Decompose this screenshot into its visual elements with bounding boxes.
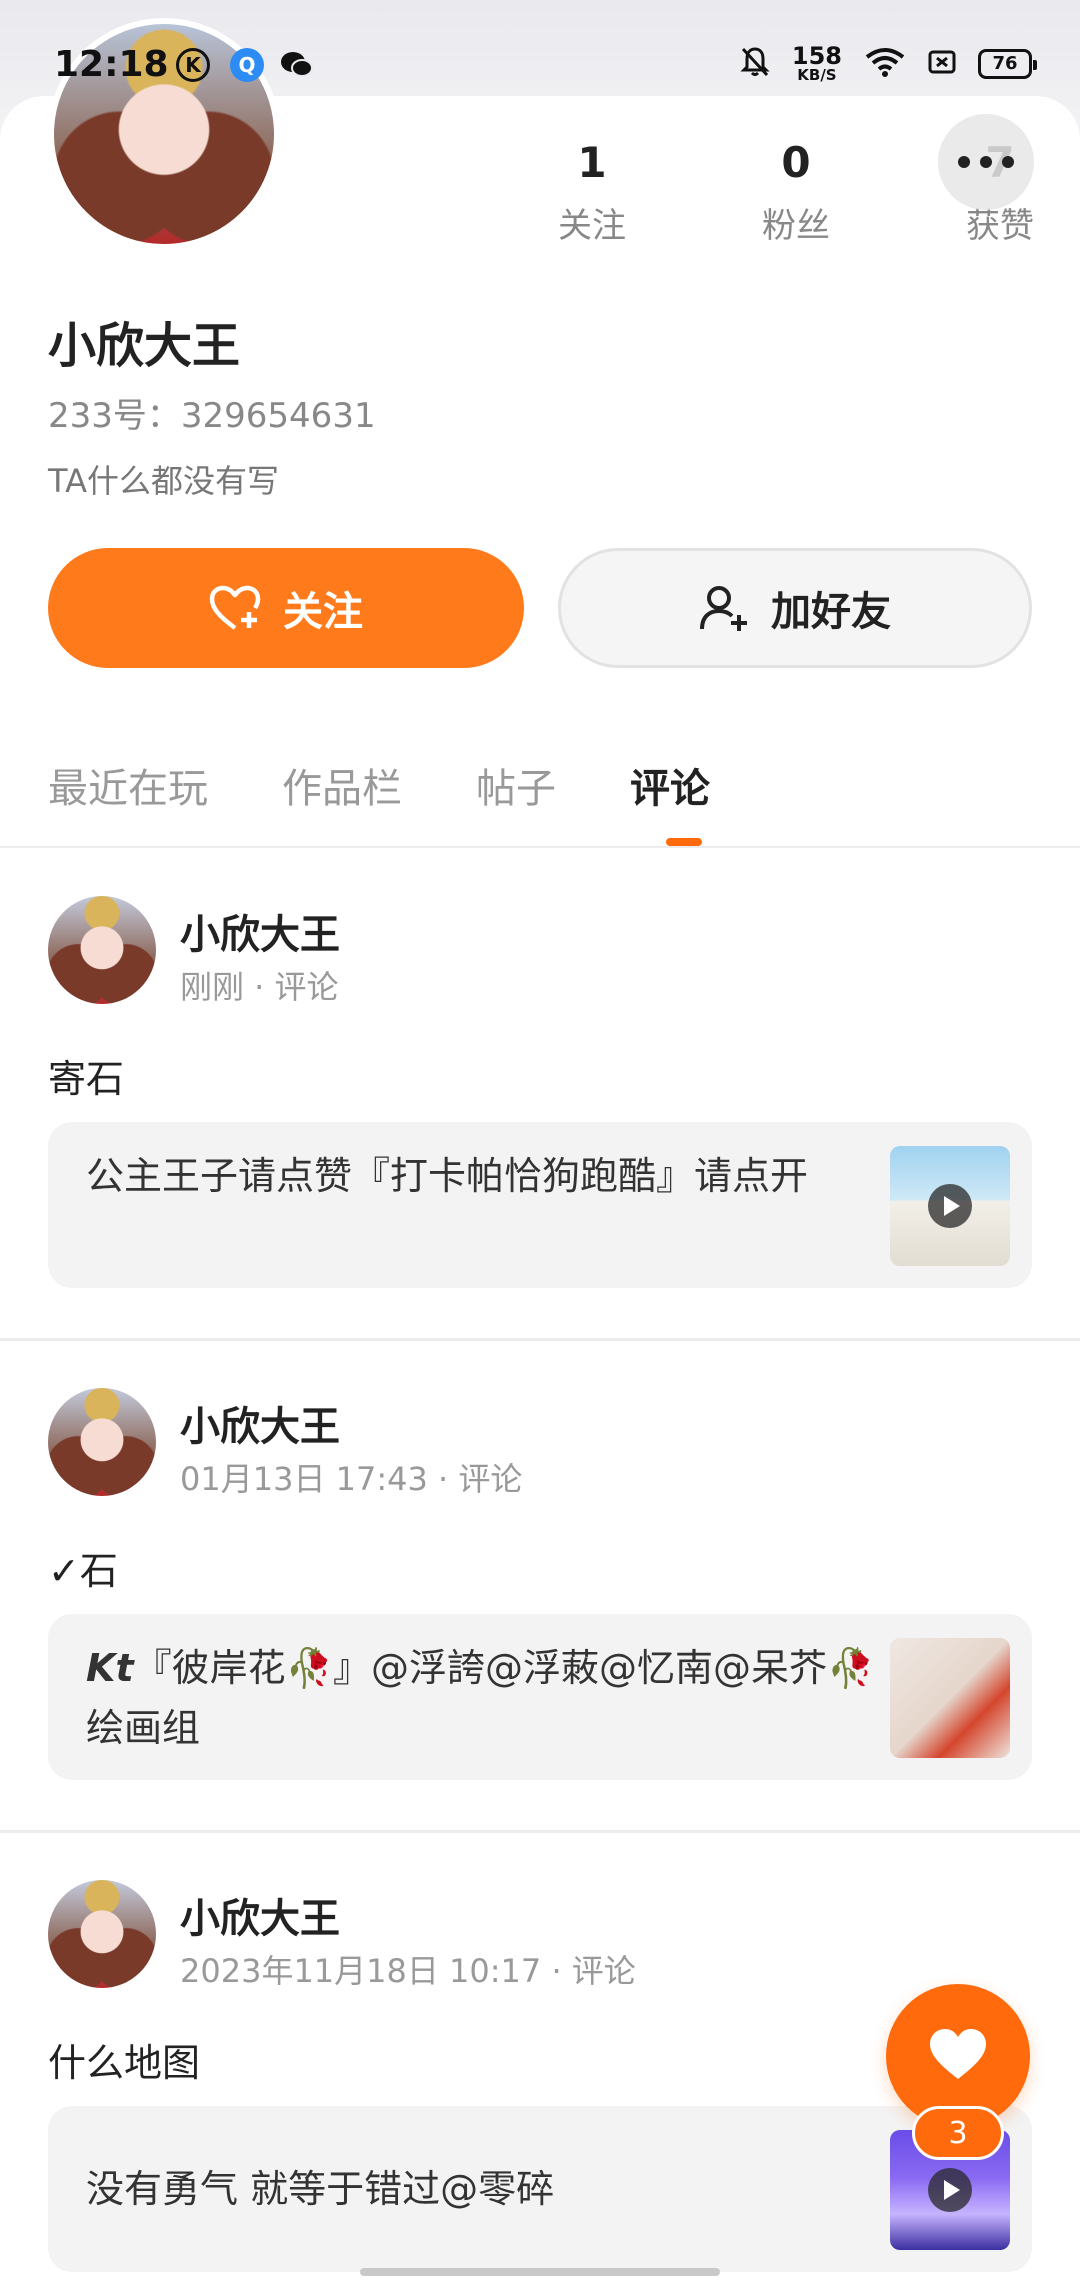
comment-meta: 2023年11月18日 10:17 · 评论 [180,1952,636,1990]
stat-following[interactable]: 1 关注 [490,138,694,247]
profile-bio: TA什么都没有写 [48,462,279,500]
quoted-post-text: 公主王子请点赞『打卡帕恰狗跑酷』请点开 [86,1154,809,1198]
comment-avatar[interactable] [48,1880,156,1988]
active-tab-indicator [666,838,702,846]
add-user-icon [699,583,749,633]
quoted-post-card[interactable]: 没有勇气 就等于错过@零碎 [48,2106,1032,2272]
tab-comments[interactable]: 评论 [630,756,710,814]
comment-author[interactable]: 小欣大王 [180,1394,340,1452]
more-dot-icon [958,156,970,168]
tab-works[interactable]: 作品栏 [282,756,402,814]
k-circle-icon: K [176,48,210,82]
heart-plus-icon [209,584,261,632]
quoted-post-title: 公主王子请点赞『打卡帕恰狗跑酷』请点开 [86,1146,906,1206]
stat-following-label: 关注 [558,206,626,246]
tab-posts[interactable]: 帖子 [476,756,556,814]
network-speed: 158 KB/S [792,44,842,83]
stat-fans-label: 粉丝 [762,206,830,246]
quoted-post-card[interactable]: 公主王子请点赞『打卡帕恰狗跑酷』请点开 [48,1122,1032,1288]
comment-author[interactable]: 小欣大王 [180,1886,340,1944]
like-count-badge: 3 [912,2106,1004,2160]
quoted-post-thumbnail[interactable] [890,1146,1010,1266]
profile-uid: 233号：329654631 [48,396,376,436]
quoted-post-thumbnail[interactable] [890,1638,1010,1758]
follow-button[interactable]: 关注 [48,548,524,668]
network-speed-unit: KB/S [797,66,837,84]
profile-tabs: 最近在玩 作品栏 帖子 评论 [48,756,784,814]
quoted-post-card[interactable]: Kt『彼岸花🥀』@浮誇@浮蓛@忆南@呆芥🥀绘画组 [48,1614,1032,1780]
more-dot-icon [1002,156,1014,168]
comment-divider [0,1830,1080,1833]
play-icon [928,1184,972,1228]
more-dot-icon [980,156,992,168]
comment-divider [0,1338,1080,1341]
quoted-post-prefix: Kt [86,1646,134,1690]
more-options-button[interactable] [938,114,1034,210]
quoted-post-title: 没有勇气 就等于错过@零碎 [86,2159,906,2219]
quoted-post-text: 没有勇气 就等于错过@零碎 [86,2167,555,2211]
stat-following-count: 1 [577,138,607,187]
quoted-post-title: Kt『彼岸花🥀』@浮誇@浮蓛@忆南@呆芥🥀绘画组 [86,1638,906,1758]
profile-username: 小欣大王 [48,318,241,374]
status-time: 12:18 [54,44,169,85]
comment-meta: 刚刚 · 评论 [180,968,339,1006]
stat-fans-count: 0 [781,138,811,187]
comment-text: 什么地图 [48,2041,201,2085]
profile-page: 12:18 K Q 158 KB/S 76 1 关注 0 粉丝 获赞 小欣大王 … [0,0,1080,2280]
comment-text: 寄石 [48,1057,125,1101]
comment-text: ✓石 [48,1549,118,1593]
play-icon [928,2168,972,2212]
wechat-icon [280,48,314,82]
wifi-icon [864,46,906,82]
add-friend-button[interactable]: 加好友 [558,548,1032,668]
mute-icon [740,46,770,82]
stat-fans[interactable]: 0 粉丝 [694,138,898,247]
battery-indicator: 76 [978,48,1037,79]
comment-meta: 01月13日 17:43 · 评论 [180,1460,523,1498]
sim-icon [928,49,956,79]
quoted-post-text: 『彼岸花🥀』@浮誇@浮蓛@忆南@呆芥🥀绘画组 [86,1646,875,1750]
status-right-group: 158 KB/S 76 [740,44,1037,83]
add-friend-label: 加好友 [771,589,891,635]
heart-icon [928,2027,988,2085]
comment-author[interactable]: 小欣大王 [180,902,340,960]
comment-avatar[interactable] [48,1388,156,1496]
qq-browser-icon: Q [230,48,264,82]
follow-button-label: 关注 [283,589,363,635]
home-indicator[interactable] [360,2268,720,2276]
network-speed-value: 158 [791,42,842,70]
tab-recent-played[interactable]: 最近在玩 [48,756,208,814]
status-bar: 12:18 K Q 158 KB/S 76 [0,0,1080,110]
tabs-divider [0,846,1080,848]
comment-avatar[interactable] [48,896,156,1004]
